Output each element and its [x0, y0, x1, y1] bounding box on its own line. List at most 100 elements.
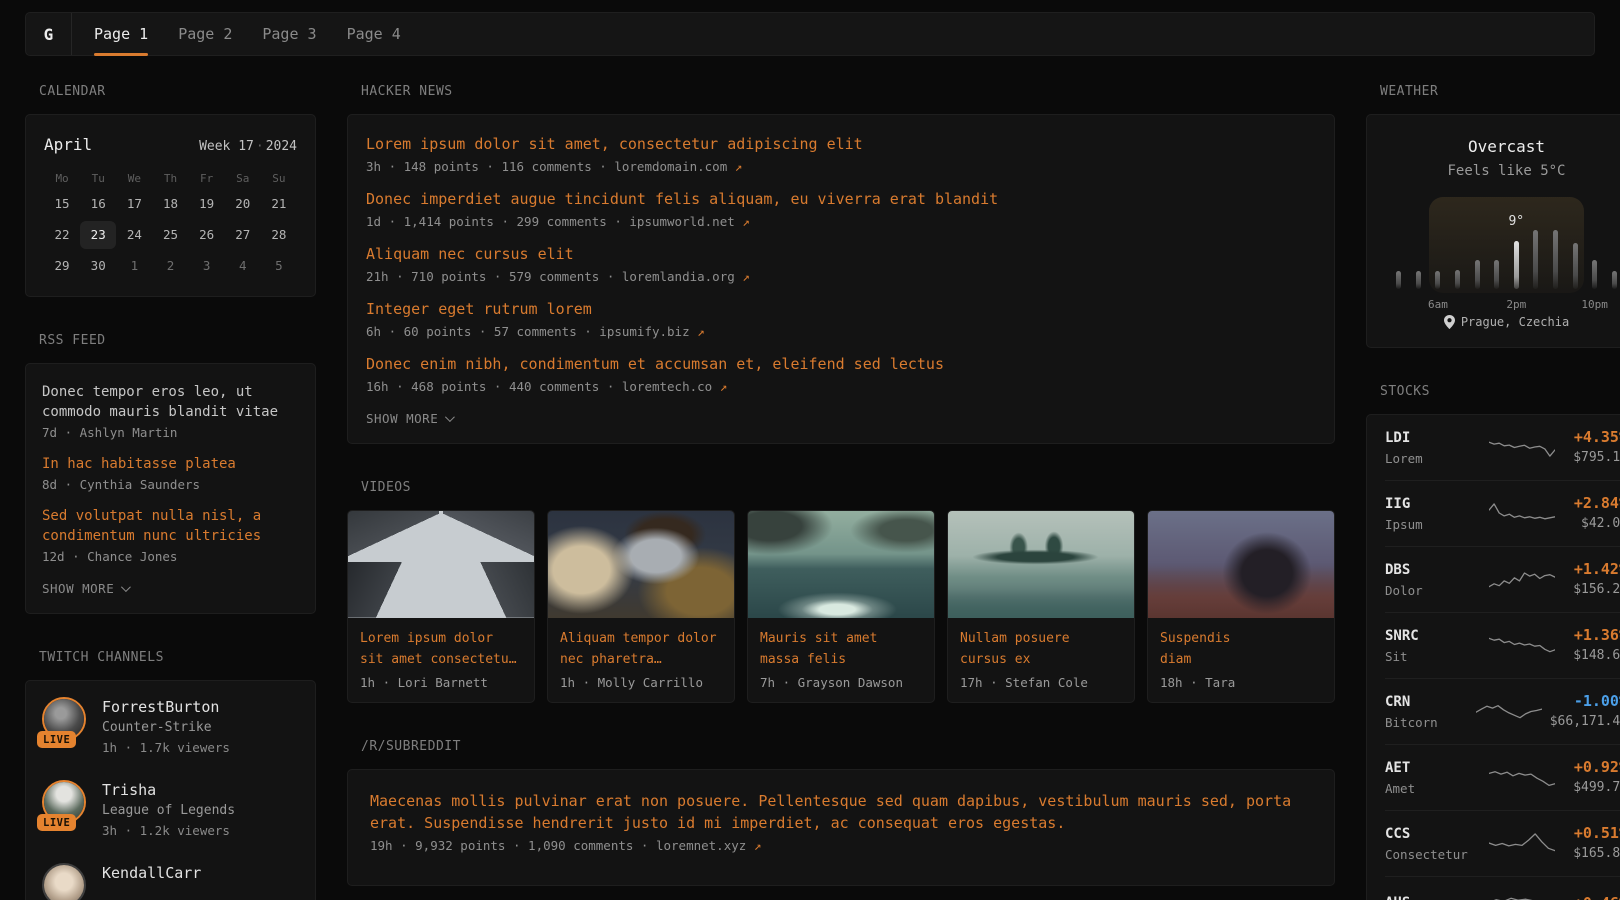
weather-section: WEATHER Overcast Feels like 5°C 9°6am2pm… — [1366, 84, 1620, 348]
calendar-day: 21 — [261, 190, 297, 218]
hn-article-link[interactable]: Aliquam nec cursus elit — [366, 243, 1316, 265]
video-card[interactable]: Mauris sit amet massa felis 7h · Grayson… — [747, 510, 935, 703]
section-title-twitch: TWITCH CHANNELS — [39, 650, 316, 665]
hour-bar — [1416, 271, 1421, 289]
video-card[interactable]: Nullam posuere cursus ex 17h · Stefan Co… — [947, 510, 1135, 703]
stock-sparkline — [1476, 696, 1542, 726]
rss-article-meta: 12d · Chance Jones — [42, 549, 299, 564]
stock-price: $795.18 — [1573, 450, 1620, 466]
stock-change: +0.92% — [1573, 758, 1620, 776]
calendar-day: 18 — [152, 190, 188, 218]
stock-row[interactable]: IIGIpsum +2.84%$42.04 — [1385, 480, 1620, 546]
section-title-hackernews: HACKER NEWS — [361, 84, 1335, 99]
stock-name: Consectetur — [1385, 847, 1481, 862]
dashboard-page: G Page 1 Page 2 Page 3 Page 4 CALENDAR A… — [0, 0, 1620, 900]
video-card[interactable]: Lorem ipsum dolor sit amet consectetu… 1… — [347, 510, 535, 703]
stock-sparkline — [1489, 890, 1555, 900]
channel-name: KendallCarr — [102, 863, 201, 883]
rss-section: RSS FEED Donec tempor eros leo, ut commo… — [25, 333, 316, 614]
hour-bar — [1553, 230, 1558, 289]
rss-article-meta: 8d · Cynthia Saunders — [42, 477, 299, 492]
hn-item: Donec enim nibh, condimentum et accumsan… — [366, 353, 1316, 394]
video-title-link[interactable]: Mauris sit amet massa felis — [760, 628, 922, 670]
hour-bar — [1573, 243, 1578, 289]
stock-price: $148.64 — [1573, 648, 1620, 664]
calendar-day: 27 — [225, 221, 261, 249]
subreddit-widget: Maecenas mollis pulvinar erat non posuer… — [347, 769, 1335, 886]
tab-page-2[interactable]: Page 2 — [178, 13, 232, 55]
rss-show-more-button[interactable]: SHOW MORE — [42, 581, 128, 596]
twitch-channel-row[interactable]: LIVE Trisha League of Legends 3h · 1.2k … — [42, 780, 299, 839]
chevron-down-icon — [445, 412, 455, 422]
stock-row[interactable]: AETAmet +0.92%$499.72 — [1385, 744, 1620, 810]
hn-article-link[interactable]: Lorem ipsum dolor sit amet, consectetur … — [366, 133, 1316, 155]
hn-article-meta: 16h · 468 points · 440 comments · loremt… — [366, 379, 1316, 394]
stock-row[interactable]: LDILorem +4.35%$795.18 — [1385, 415, 1620, 480]
tab-page-1[interactable]: Page 1 — [94, 13, 148, 55]
hour-bar — [1475, 260, 1480, 289]
tab-page-3[interactable]: Page 3 — [262, 13, 316, 55]
rss-article-meta: 7d · Ashlyn Martin — [42, 425, 299, 440]
stock-sparkline — [1489, 498, 1555, 528]
section-title-weather: WEATHER — [1380, 84, 1620, 99]
reddit-post-link[interactable]: Maecenas mollis pulvinar erat non posuer… — [370, 790, 1312, 834]
stock-price: $499.72 — [1573, 780, 1620, 796]
video-meta: 1h · Lori Barnett — [360, 675, 522, 690]
calendar-day: 29 — [44, 252, 80, 280]
channel-avatar-image — [44, 865, 84, 900]
rss-article-link[interactable]: Sed volutpat nulla nisl, a condimentum n… — [42, 506, 299, 546]
hour-bar — [1592, 260, 1597, 289]
stock-row[interactable]: AHS +0.46% — [1385, 876, 1620, 900]
avatar: LIVE — [42, 780, 86, 824]
videos-section: VIDEOS Lorem ipsum dolor sit amet consec… — [347, 480, 1335, 703]
hn-article-meta: 1d · 1,414 points · 299 comments · ipsum… — [366, 214, 1316, 229]
video-card[interactable]: Aliquam tempor dolor nec pharetra… 1h · … — [547, 510, 735, 703]
video-card[interactable]: Suspendis diam 18h · Tara — [1147, 510, 1335, 703]
section-title-videos: VIDEOS — [361, 480, 1335, 495]
stock-symbol: CCS — [1385, 825, 1481, 843]
hn-show-more-button[interactable]: SHOW MORE — [366, 411, 452, 426]
calendar-header: April Week 17·2024 — [44, 135, 297, 154]
stock-row[interactable]: CRNBitcorn -1.00%$66,171.48 — [1385, 678, 1620, 744]
external-link-icon: ↗ — [697, 324, 705, 339]
video-title-link[interactable]: Suspendis diam — [1160, 628, 1322, 670]
stock-row[interactable]: CCS Consectetur +0.51% $165.84 — [1385, 810, 1620, 876]
external-link-icon: ↗ — [735, 159, 743, 174]
calendar-day-next-month: 4 — [225, 252, 261, 280]
calendar-day: 22 — [44, 221, 80, 249]
twitch-widget: LIVE ForrestBurton Counter-Strike 1h · 1… — [25, 680, 316, 900]
calendar-day: 19 — [189, 190, 225, 218]
stock-symbol: IIG — [1385, 495, 1481, 513]
rss-article-link[interactable]: In hac habitasse platea — [42, 454, 299, 474]
avatar — [42, 863, 86, 900]
video-title-link[interactable]: Lorem ipsum dolor sit amet consectetu… — [360, 628, 522, 670]
rss-article-link[interactable]: Donec tempor eros leo, ut commodo mauris… — [42, 382, 299, 422]
stock-price: $165.84 — [1573, 846, 1620, 862]
twitch-channel-row[interactable]: KendallCarr — [42, 863, 299, 900]
video-thumbnail — [348, 511, 534, 618]
hn-article-link[interactable]: Integer eget rutrum lorem — [366, 298, 1316, 320]
stock-row[interactable]: SNRCSit +1.36%$148.64 — [1385, 612, 1620, 678]
hn-article-link[interactable]: Donec imperdiet augue tincidunt felis al… — [366, 188, 1316, 210]
tab-page-4[interactable]: Page 4 — [347, 13, 401, 55]
twitch-channel-row[interactable]: LIVE ForrestBurton Counter-Strike 1h · 1… — [42, 697, 299, 756]
video-meta: 1h · Molly Carrillo — [560, 675, 722, 690]
location-pin-icon — [1444, 315, 1455, 329]
channel-meta: 1h · 1.7k viewers — [102, 739, 230, 756]
hn-article-link[interactable]: Donec enim nibh, condimentum et accumsan… — [366, 353, 1316, 375]
stock-name: Bitcorn — [1385, 715, 1468, 730]
video-title-link[interactable]: Aliquam tempor dolor nec pharetra… — [560, 628, 722, 670]
section-title-calendar: CALENDAR — [39, 84, 316, 99]
stock-change: +0.46% — [1574, 894, 1620, 900]
video-title-link[interactable]: Nullam posuere cursus ex — [960, 628, 1122, 670]
calendar-day-next-month: 1 — [116, 252, 152, 280]
hour-bar — [1494, 260, 1499, 289]
section-title-subreddit: /R/SUBREDDIT — [361, 739, 1335, 754]
calendar-day: 17 — [116, 190, 152, 218]
stock-row[interactable]: DBSDolor +1.42%$156.28 — [1385, 546, 1620, 612]
hn-item: Aliquam nec cursus elit 21h · 710 points… — [366, 243, 1316, 284]
center-column: HACKER NEWS Lorem ipsum dolor sit amet, … — [347, 56, 1335, 886]
stock-change: +0.51% — [1573, 824, 1620, 842]
channel-category: League of Legends — [102, 802, 235, 820]
chevron-down-icon — [121, 582, 131, 592]
